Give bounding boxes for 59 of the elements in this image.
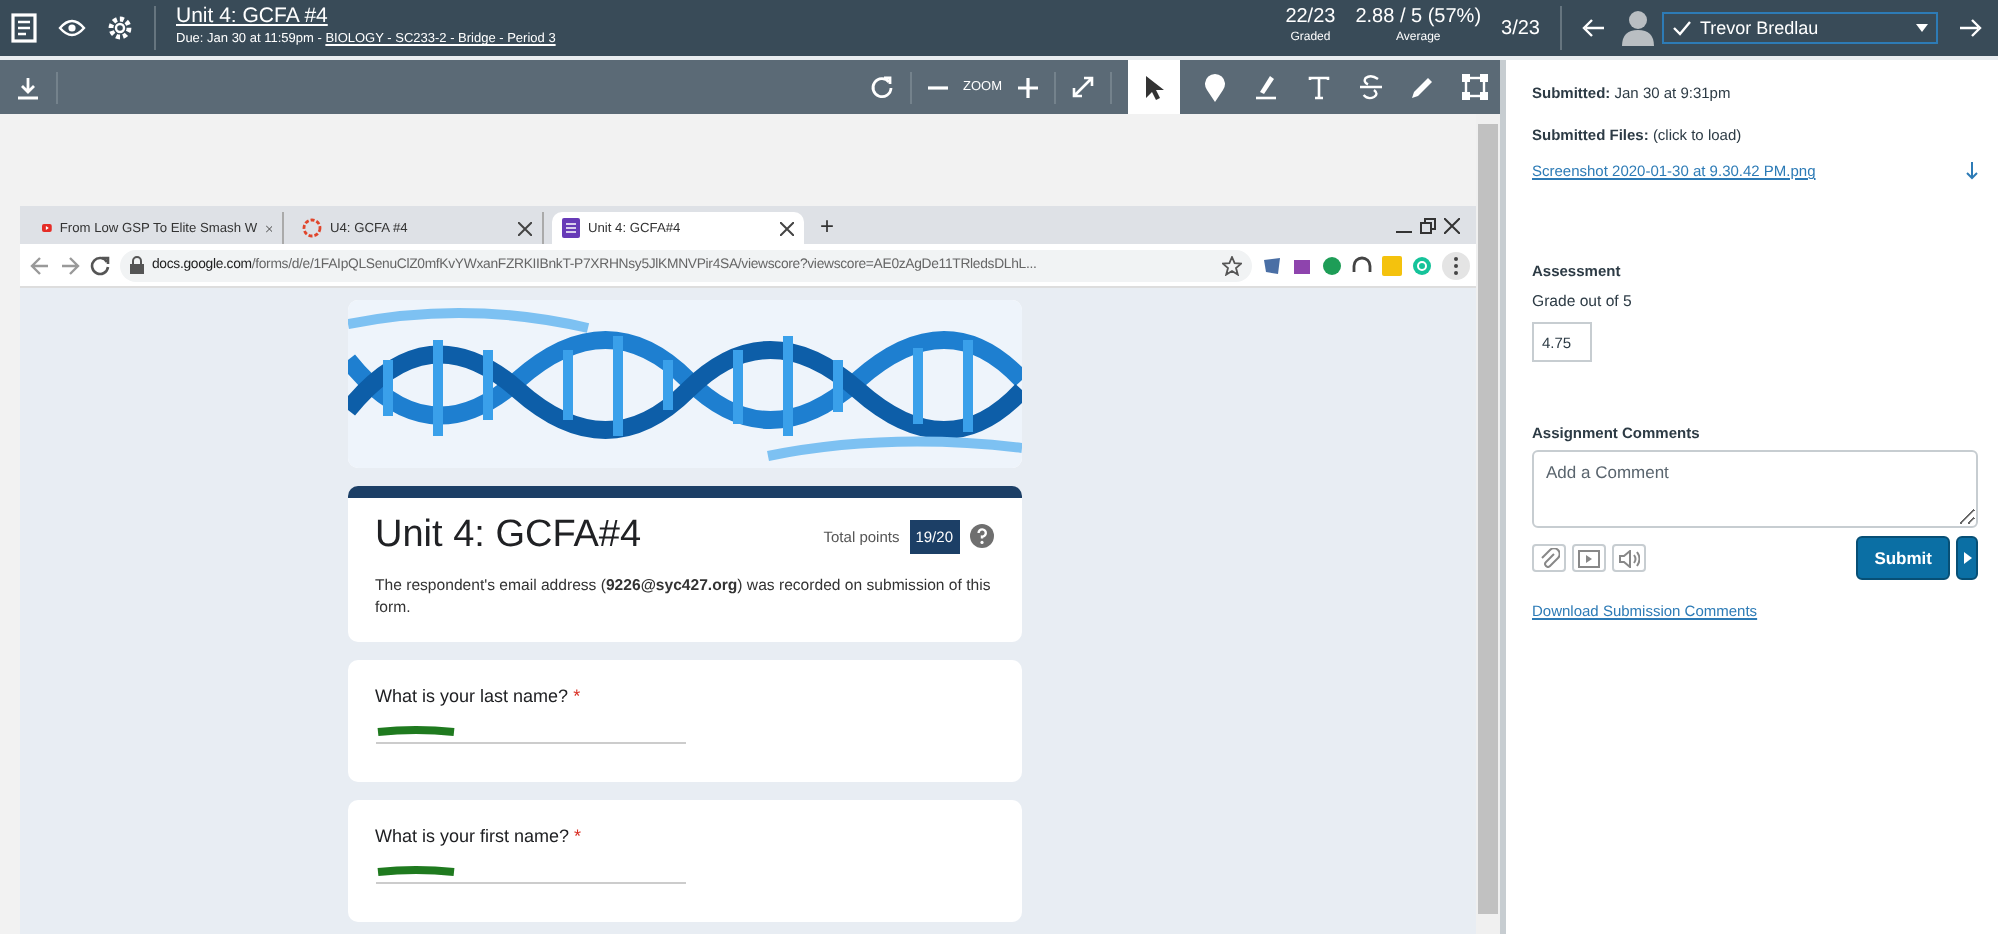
settings-icon[interactable] (106, 14, 134, 42)
attach-button[interactable] (1532, 544, 1566, 572)
menu-icon[interactable] (10, 12, 38, 44)
audio-button[interactable] (1612, 544, 1646, 572)
student-select[interactable]: Trevor Bredlau (1662, 12, 1938, 44)
question-text: What is your first name? (375, 826, 570, 846)
resize-handle[interactable] (1500, 60, 1506, 934)
video-icon (1578, 549, 1600, 567)
form-title: Unit 4: GCFA#4 (375, 514, 642, 558)
new-tab-button[interactable]: + (820, 211, 835, 239)
cursor-icon (1144, 73, 1164, 101)
back-icon[interactable] (30, 255, 50, 275)
form-icon (562, 218, 580, 238)
strikethrough-icon (1359, 74, 1381, 100)
redaction-mark (375, 726, 455, 738)
scrollbar-thumb[interactable] (1478, 124, 1498, 914)
tab-close-icon[interactable] (780, 221, 794, 235)
forward-icon[interactable] (60, 255, 80, 275)
lock-icon (130, 256, 144, 274)
highlighter-icon (1254, 74, 1278, 100)
avatar-icon (1622, 10, 1654, 46)
paperclip-icon (1539, 548, 1559, 568)
speaker-icon (1618, 549, 1640, 567)
bookmark-star-icon[interactable] (1222, 255, 1242, 275)
stat-value: 22/23 (1285, 6, 1336, 28)
previous-arrow-icon[interactable] (1582, 18, 1606, 38)
browser-menu-icon[interactable] (1442, 251, 1470, 279)
rotate-icon[interactable] (869, 75, 893, 99)
submit-options-button[interactable] (1956, 536, 1978, 580)
eye-icon[interactable] (58, 18, 86, 38)
text-icon (1307, 75, 1329, 99)
restore-icon[interactable] (1420, 217, 1436, 233)
video-play-icon (42, 220, 52, 236)
pen-icon (1410, 75, 1434, 99)
assignment-title-link[interactable]: Unit 4: GCFA #4 (176, 6, 556, 28)
headphones-icon[interactable] (1352, 255, 1372, 275)
pin-icon (1203, 73, 1225, 101)
required-mark: * (574, 826, 582, 846)
required-mark: * (573, 686, 581, 706)
download-icon[interactable] (1966, 162, 1978, 180)
submit-button[interactable]: Submit (1856, 536, 1950, 580)
fullscreen-icon[interactable] (1072, 76, 1094, 98)
student-position: 3/23 (1501, 17, 1540, 39)
close-icon[interactable] (1444, 217, 1460, 233)
caret-icon (1963, 552, 1971, 564)
select-area-icon (1461, 74, 1487, 100)
stat-value: 2.88 / 5 (57%) (1355, 6, 1482, 28)
reload-icon[interactable] (90, 255, 110, 275)
pointer-tool[interactable] (1128, 60, 1180, 114)
ring-icon (302, 218, 322, 238)
help-icon[interactable] (969, 524, 993, 548)
zoom-in-icon[interactable] (1018, 77, 1038, 97)
next-arrow-icon[interactable] (1958, 18, 1982, 38)
comment-field[interactable]: Add a Comment (1532, 450, 1978, 528)
question-text: What is your last name? (375, 686, 569, 706)
dropdown-caret-icon (1916, 24, 1928, 32)
media-button[interactable] (1572, 544, 1606, 572)
tab-close-icon[interactable] (518, 221, 532, 235)
redaction-mark (375, 866, 455, 878)
